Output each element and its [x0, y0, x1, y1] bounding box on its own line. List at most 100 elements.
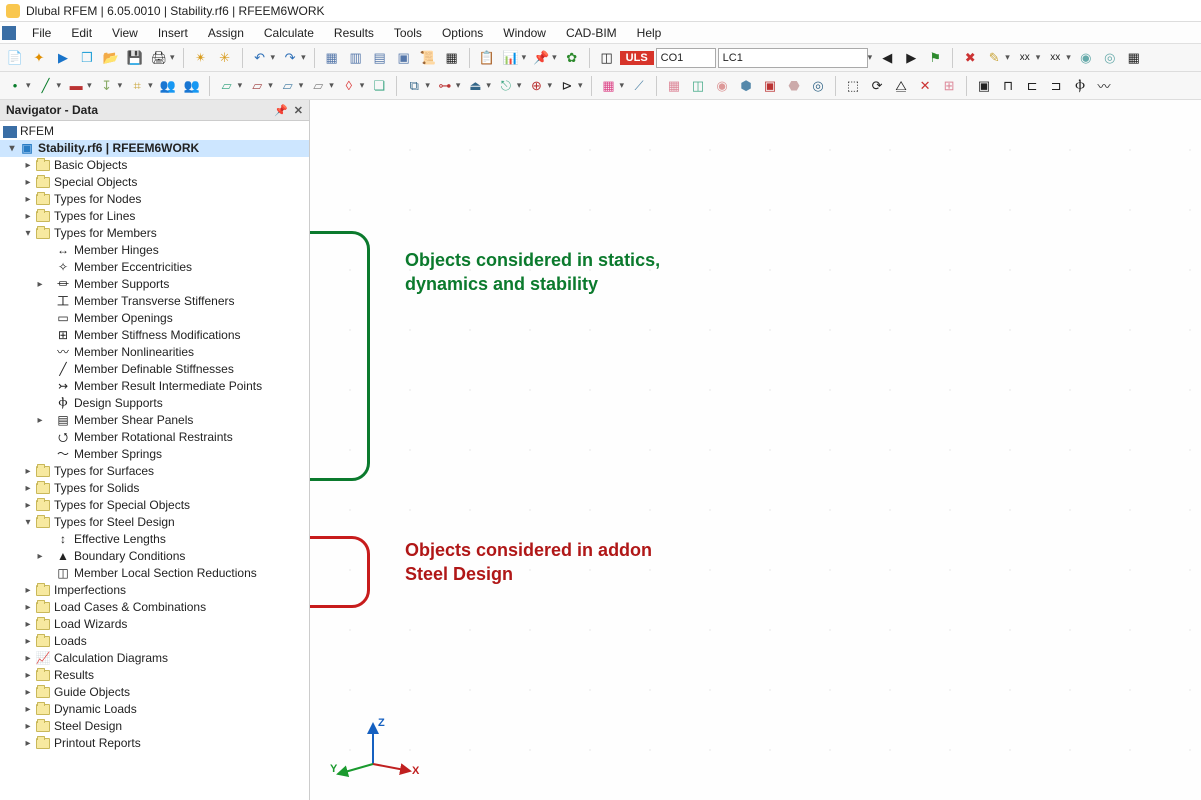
support-icon[interactable]: ⏏ [464, 75, 486, 97]
table2-icon[interactable]: ▥ [345, 47, 367, 69]
grid-icon[interactable]: ▦ [598, 75, 620, 97]
dropdown-icon[interactable]: ▾ [87, 80, 92, 91]
dropdown-icon[interactable]: ▾ [547, 80, 552, 91]
dropdown-icon[interactable]: ▾ [522, 52, 527, 63]
chevron-right-icon[interactable]: ▸ [34, 276, 46, 293]
rotate-icon[interactable]: ⟳ [866, 75, 888, 97]
surf2-icon[interactable]: ▱ [246, 75, 268, 97]
chevron-right-icon[interactable]: ▸ [22, 650, 34, 667]
navigator-tree[interactable]: RFEM ▾ ▣ Stability.rf6 | RFEEM6WORK ▸Bas… [0, 121, 309, 800]
next-icon[interactable]: ▶ [900, 47, 922, 69]
cross-icon[interactable]: ✕ [914, 75, 936, 97]
chevron-right-icon[interactable]: ▸ [22, 599, 34, 616]
chevron-right-icon[interactable]: ▸ [22, 480, 34, 497]
chevron-down-icon[interactable]: ▾ [22, 514, 34, 531]
tree-item[interactable]: 工Member Transverse Stiffeners [0, 293, 309, 310]
dropdown-icon[interactable]: ▾ [552, 52, 557, 63]
tree-folder[interactable]: ▸Dynamic Loads [0, 701, 309, 718]
dropdown-icon[interactable]: ▾ [1066, 52, 1071, 63]
tree-item[interactable]: 〜Member Springs [0, 446, 309, 463]
xx-icon[interactable]: xx [1014, 47, 1036, 69]
chevron-down-icon[interactable]: ▾ [22, 225, 34, 242]
joint-icon[interactable]: ⊕ [525, 75, 547, 97]
tree-item[interactable]: 〰Member Nonlinearities [0, 344, 309, 361]
menu-edit[interactable]: Edit [61, 23, 102, 43]
dropdown-icon[interactable]: ▾ [620, 80, 625, 91]
connect-icon[interactable]: ⊳ [556, 75, 578, 97]
tree-folder-steel[interactable]: ▾ Types for Steel Design [0, 514, 309, 531]
v1-icon[interactable]: ▣ [973, 75, 995, 97]
b1-icon[interactable]: ▦ [663, 75, 685, 97]
tree-folder[interactable]: ▸Types for Lines [0, 208, 309, 225]
tree-item[interactable]: ⭯Member Rotational Restraints [0, 429, 309, 446]
chevron-right-icon[interactable]: ▸ [22, 667, 34, 684]
tree-item[interactable]: ↣Member Result Intermediate Points [0, 378, 309, 395]
chart-icon[interactable]: 📊 [500, 47, 522, 69]
people-icon[interactable]: 👥 [157, 75, 179, 97]
tree-folder[interactable]: ▸Basic Objects [0, 157, 309, 174]
menu-help[interactable]: Help [627, 23, 672, 43]
hinge-icon[interactable]: ⊶ [434, 75, 456, 97]
flag-icon[interactable]: ⚑ [924, 47, 946, 69]
menu-tools[interactable]: Tools [384, 23, 432, 43]
dropdown-icon[interactable]: ▾ [1036, 52, 1041, 63]
dropdown-icon[interactable]: ▾ [268, 80, 273, 91]
tree-item[interactable]: ▸▲Boundary Conditions [0, 548, 309, 565]
render2-icon[interactable]: ◎ [1099, 47, 1121, 69]
chevron-right-icon[interactable]: ▸ [22, 633, 34, 650]
dropdown-icon[interactable]: ▾ [868, 52, 873, 63]
menu-results[interactable]: Results [324, 23, 384, 43]
load-icon[interactable]: ↧ [96, 75, 118, 97]
chevron-right-icon[interactable]: ▸ [22, 191, 34, 208]
dropdown-icon[interactable]: ▾ [118, 80, 123, 91]
open-icon[interactable]: ▶ [52, 47, 74, 69]
tree-item[interactable]: ▸▤Member Shear Panels [0, 412, 309, 429]
render1-icon[interactable]: ◉ [1075, 47, 1097, 69]
tree-project[interactable]: ▾ ▣ Stability.rf6 | RFEEM6WORK [0, 140, 309, 157]
plane-icon[interactable]: ⟋ [628, 75, 650, 97]
app-menu-icon[interactable] [2, 26, 16, 40]
brush-icon[interactable]: ✎ [983, 47, 1005, 69]
script-icon[interactable]: 📜 [417, 47, 439, 69]
release-icon[interactable]: ⎋ [495, 75, 517, 97]
tree-folder[interactable]: ▸Special Objects [0, 174, 309, 191]
menu-options[interactable]: Options [432, 23, 493, 43]
dropdown-icon[interactable]: ▾ [517, 80, 522, 91]
tree-folder[interactable]: ▸Types for Solids [0, 480, 309, 497]
v6-icon[interactable]: 〰 [1093, 75, 1115, 97]
menu-calculate[interactable]: Calculate [254, 23, 324, 43]
tree-folder[interactable]: ▸Results [0, 667, 309, 684]
dropdown-icon[interactable]: ▾ [57, 80, 62, 91]
chevron-right-icon[interactable]: ▸ [22, 735, 34, 752]
menu-assign[interactable]: Assign [198, 23, 254, 43]
dropdown-icon[interactable]: ▾ [301, 52, 306, 63]
chevron-right-icon[interactable]: ▸ [34, 548, 46, 565]
tree-root[interactable]: RFEM [0, 123, 309, 140]
pin-icon[interactable]: 📌 [530, 47, 552, 69]
b3-icon[interactable]: ◉ [711, 75, 733, 97]
load-combo-2[interactable]: LC1 [718, 48, 868, 68]
b6-icon[interactable]: ⬣ [783, 75, 805, 97]
new-file-icon[interactable]: 📄 [4, 47, 26, 69]
dim-icon[interactable]: ◫ [596, 47, 618, 69]
viewport[interactable]: Objects considered in statics, dynamics … [310, 100, 1201, 800]
dropdown-icon[interactable]: ▾ [425, 80, 430, 91]
tree-folder[interactable]: ▸Loads [0, 633, 309, 650]
chevron-right-icon[interactable]: ▸ [22, 463, 34, 480]
prev-icon[interactable]: ◀ [876, 47, 898, 69]
tree-folder[interactable]: ▸Load Cases & Combinations [0, 599, 309, 616]
table4-icon[interactable]: ▣ [393, 47, 415, 69]
chevron-down-icon[interactable]: ▾ [6, 140, 18, 157]
dropdown-icon[interactable]: ▾ [360, 80, 365, 91]
table3-icon[interactable]: ▤ [369, 47, 391, 69]
dropdown-icon[interactable]: ▾ [456, 80, 461, 91]
tree-folder[interactable]: ▸Types for Special Objects [0, 497, 309, 514]
mesh-icon[interactable]: ⌗ [126, 75, 148, 97]
line-icon[interactable]: ╱ [35, 75, 57, 97]
v2-icon[interactable]: ⊓ [997, 75, 1019, 97]
save-icon[interactable]: 💾 [124, 47, 146, 69]
dropdown-icon[interactable]: ▾ [148, 80, 153, 91]
new-model-icon[interactable]: ✦ [28, 47, 50, 69]
menu-cadbim[interactable]: CAD-BIM [556, 23, 627, 43]
tree-folder-members[interactable]: ▾ Types for Members [0, 225, 309, 242]
